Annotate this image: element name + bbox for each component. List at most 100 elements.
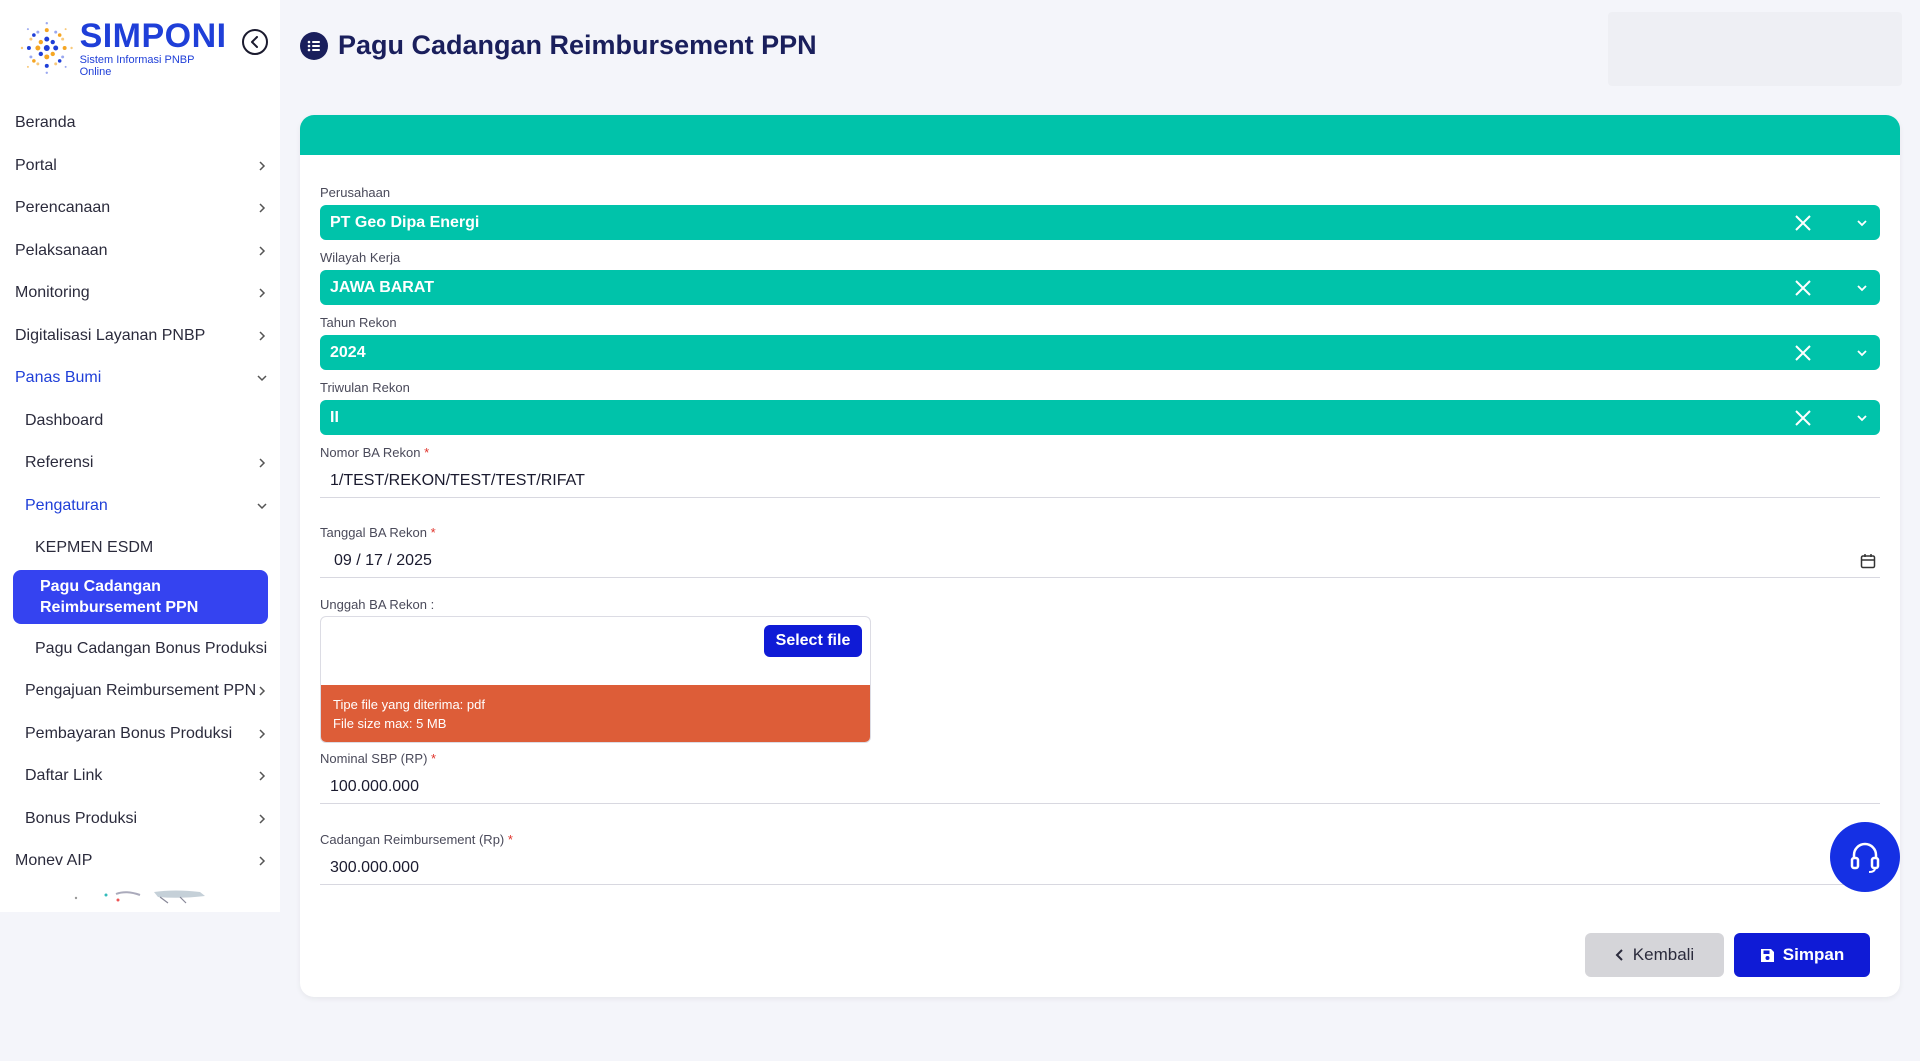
sidebar-item-label: Pembayaran Bonus Produksi: [25, 724, 233, 742]
sidebar-item-daftar-link[interactable]: Daftar Link: [0, 755, 280, 798]
sidebar-item-label: Pelaksanaan: [15, 241, 108, 259]
clear-icon[interactable]: [1794, 214, 1812, 232]
sidebar-item-pagu-cadangan-reimbursement-ppn[interactable]: Pagu Cadangan Reimbursement PPN: [13, 569, 268, 624]
sidebar-item-panas-bumi[interactable]: Panas Bumi: [0, 357, 280, 400]
sidebar-item-label: Daftar Link: [25, 767, 103, 785]
logo-subtitle: Sistem Informasi PNBP Online: [79, 53, 195, 78]
chevron-right-icon: [259, 331, 266, 341]
chevron-right-icon: [259, 458, 266, 468]
nomor-ba-input[interactable]: 1/TEST/REKON/TEST/TEST/RIFAT: [320, 465, 1880, 498]
perusahaan-value: PT Geo Dipa Energi: [330, 213, 480, 231]
sidebar-item-label: Pagu Cadangan Reimbursement PPN: [40, 577, 199, 616]
chevron-left-icon: [1615, 949, 1623, 961]
logo-title: SIMPONI: [79, 16, 227, 55]
calendar-icon[interactable]: [1860, 553, 1876, 569]
select-file-button[interactable]: Select file: [764, 625, 862, 657]
chevron-right-icon: [259, 771, 266, 781]
card-header: [300, 115, 1900, 155]
sidebar-item-label: Perencanaan: [15, 199, 111, 217]
nominal-sbp-input[interactable]: 100.000.000: [320, 771, 1880, 804]
sidebar-item-label: Dashboard: [25, 411, 104, 429]
chevron-right-icon: [259, 288, 266, 298]
sidebar-item-perencanaan[interactable]: Perencanaan: [0, 187, 280, 230]
triwulan-rekon-value: II: [330, 408, 339, 426]
cadangan-reimbursement-label: Cadangan Reimbursement (Rp) *: [320, 832, 513, 847]
upload-info-box: Tipe file yang diterima: pdf File size m…: [321, 685, 870, 742]
tahun-rekon-label: Tahun Rekon: [320, 315, 397, 330]
sidebar-item-label: KEPMEN ESDM: [35, 539, 154, 557]
wilayah-kerja-label: Wilayah Kerja: [320, 250, 401, 265]
tanggal-ba-input[interactable]: 09 / 17 / 2025: [320, 545, 1880, 578]
chevron-right-icon: [259, 729, 266, 739]
sidebar-nav: Beranda Portal Perencanaan Pelaksanaan M…: [0, 102, 280, 883]
tanggal-ba-label: Tanggal BA Rekon *: [320, 525, 436, 540]
wilayah-kerja-select[interactable]: JAWA BARAT: [320, 270, 1880, 305]
sidebar-item-pengajuan-reimbursement-ppn[interactable]: Pengajuan Reimbursement PPN: [0, 670, 280, 713]
sidebar-item-monev-aip[interactable]: Monev AIP: [0, 840, 280, 883]
page-header: Pagu Cadangan Reimbursement PPN: [300, 30, 817, 61]
sidebar-item-digitalisasi[interactable]: Digitalisasi Layanan PNBP: [0, 315, 280, 358]
sidebar-item-label: Pengajuan Reimbursement PPN: [25, 682, 257, 700]
back-button[interactable]: Kembali: [1585, 933, 1724, 977]
sidebar-item-label: Referensi: [25, 454, 94, 472]
decorative-illustration: [74, 890, 205, 904]
nominal-sbp-label: Nominal SBP (RP) *: [320, 751, 437, 766]
page-title: Pagu Cadangan Reimbursement PPN: [338, 30, 817, 60]
chevron-down-icon[interactable]: [1856, 412, 1868, 424]
sidebar-item-label: Monev AIP: [15, 852, 93, 870]
sidebar-item-kepmen-esdm[interactable]: KEPMEN ESDM: [0, 527, 280, 570]
unggah-ba-label: Unggah BA Rekon :: [320, 597, 435, 612]
user-info-placeholder: [1608, 12, 1902, 86]
sidebar-item-monitoring[interactable]: Monitoring: [0, 272, 280, 315]
clear-icon[interactable]: [1794, 279, 1812, 297]
upload-file-type: Tipe file yang diterima: pdf: [333, 697, 485, 712]
sidebar: SIMPONI Sistem Informasi PNBP Online Ber…: [0, 0, 280, 912]
clear-icon[interactable]: [1794, 344, 1812, 362]
form-card: Perusahaan PT Geo Dipa Energi Wilayah Ke…: [300, 115, 1900, 997]
sidebar-item-label: Digitalisasi Layanan PNBP: [15, 326, 206, 344]
tahun-rekon-select[interactable]: 2024: [320, 335, 1880, 370]
chevron-down-icon[interactable]: [1856, 347, 1868, 359]
sidebar-item-referensi[interactable]: Referensi: [0, 442, 280, 485]
sidebar-item-pembayaran-bonus-produksi[interactable]: Pembayaran Bonus Produksi: [0, 713, 280, 756]
chevron-right-icon: [259, 814, 266, 824]
clear-icon[interactable]: [1794, 409, 1812, 427]
chevron-left-icon: [251, 36, 258, 48]
nomor-ba-label: Nomor BA Rekon *: [320, 445, 430, 460]
sidebar-item-dashboard[interactable]: Dashboard: [0, 400, 280, 443]
save-button[interactable]: Simpan: [1734, 933, 1870, 977]
triwulan-rekon-label: Triwulan Rekon: [320, 380, 410, 395]
logo[interactable]: SIMPONI Sistem Informasi PNBP Online: [18, 18, 228, 78]
chevron-down-icon: [257, 503, 267, 509]
chevron-right-icon: [259, 246, 266, 256]
triwulan-rekon-select[interactable]: II: [320, 400, 1880, 435]
perusahaan-label: Perusahaan: [320, 185, 391, 200]
sidebar-item-pagu-cadangan-bonus-produksi[interactable]: Pagu Cadangan Bonus Produksi: [0, 628, 280, 671]
file-upload-dropzone[interactable]: Select file Tipe file yang diterima: pdf…: [320, 616, 871, 743]
sidebar-item-label: Pengaturan: [25, 496, 108, 514]
sidebar-item-bonus-produksi[interactable]: Bonus Produksi: [0, 798, 280, 841]
sidebar-item-beranda[interactable]: Beranda: [0, 102, 280, 145]
sidebar-item-portal[interactable]: Portal: [0, 145, 280, 188]
upload-file-size: File size max: 5 MB: [333, 716, 447, 731]
save-icon: [1760, 948, 1774, 962]
sidebar-item-pelaksanaan[interactable]: Pelaksanaan: [0, 230, 280, 273]
cadangan-reimbursement-input[interactable]: 300.000.000: [320, 852, 1880, 885]
tahun-rekon-value: 2024: [330, 343, 366, 361]
sidebar-item-label: Beranda: [15, 114, 76, 132]
back-button-label: Kembali: [1632, 945, 1695, 964]
chevron-down-icon[interactable]: [1856, 217, 1868, 229]
perusahaan-select[interactable]: PT Geo Dipa Energi: [320, 205, 1880, 240]
chevron-down-icon: [257, 375, 267, 382]
sidebar-item-label: Bonus Produksi: [25, 809, 138, 827]
collapse-sidebar-button[interactable]: [242, 29, 268, 55]
sidebar-item-label: Portal: [15, 156, 57, 174]
sidebar-item-label: Panas Bumi: [15, 369, 102, 387]
sidebar-item-pengaturan[interactable]: Pengaturan: [0, 485, 280, 528]
headset-icon: [1850, 842, 1880, 873]
tanggal-ba-value: 09 / 17 / 2025: [334, 552, 432, 569]
support-chat-button[interactable]: [1830, 822, 1900, 892]
chevron-right-icon: [259, 203, 266, 213]
chevron-right-icon: [259, 686, 266, 696]
chevron-down-icon[interactable]: [1856, 282, 1868, 294]
